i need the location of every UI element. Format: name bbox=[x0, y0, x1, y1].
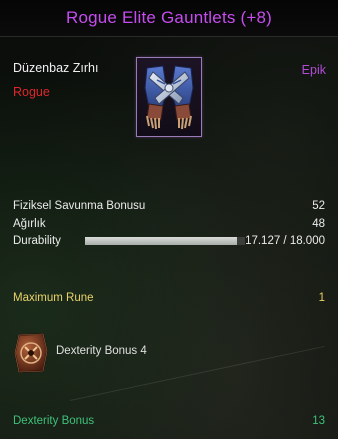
item-type: Düzenbaz Zırhı bbox=[13, 61, 99, 75]
rune-stone-icon bbox=[14, 333, 48, 373]
stat-label: Fiziksel Savunma Bonusu bbox=[13, 200, 146, 212]
gauntlets-icon bbox=[144, 65, 194, 130]
item-rarity: Epik bbox=[301, 63, 326, 77]
stat-row-weight: Ağırlık 48 bbox=[13, 216, 325, 232]
durability-bar-fill bbox=[85, 237, 238, 245]
item-icon-frame bbox=[136, 57, 202, 137]
stat-value: 48 bbox=[312, 217, 325, 230]
item-title: Rogue Elite Gauntlets (+8) bbox=[65, 8, 272, 27]
bonus-label: Dexterity Bonus bbox=[13, 415, 95, 427]
rune-name: Dexterity Bonus 4 bbox=[56, 345, 147, 357]
durability-label: Durability bbox=[13, 235, 61, 247]
max-rune-value: 1 bbox=[318, 292, 325, 304]
bonus-value: 13 bbox=[312, 415, 325, 427]
dexterity-bonus-row: Dexterity Bonus 13 bbox=[13, 415, 325, 431]
durability-bar bbox=[85, 237, 245, 245]
socketed-rune: Dexterity Bonus 4 bbox=[13, 331, 263, 375]
max-rune-row: Maximum Rune 1 bbox=[13, 292, 325, 308]
title-bar: Rogue Elite Gauntlets (+8) bbox=[0, 0, 338, 37]
max-rune-label: Maximum Rune bbox=[13, 292, 94, 304]
stat-label: Ağırlık bbox=[13, 217, 46, 230]
stats-list: Fiziksel Savunma Bonusu 52 Ağırlık 48 Du… bbox=[13, 198, 325, 251]
stat-row-durability: Durability 17.127 / 18.000 bbox=[13, 233, 325, 249]
item-tooltip: Rogue Elite Gauntlets (+8) Düzenbaz Zırh… bbox=[0, 0, 338, 439]
stat-value: 52 bbox=[312, 200, 325, 212]
item-class: Rogue bbox=[13, 85, 50, 99]
stat-row-physical-defense: Fiziksel Savunma Bonusu 52 bbox=[13, 198, 325, 214]
durability-value: 17.127 / 18.000 bbox=[245, 235, 325, 247]
